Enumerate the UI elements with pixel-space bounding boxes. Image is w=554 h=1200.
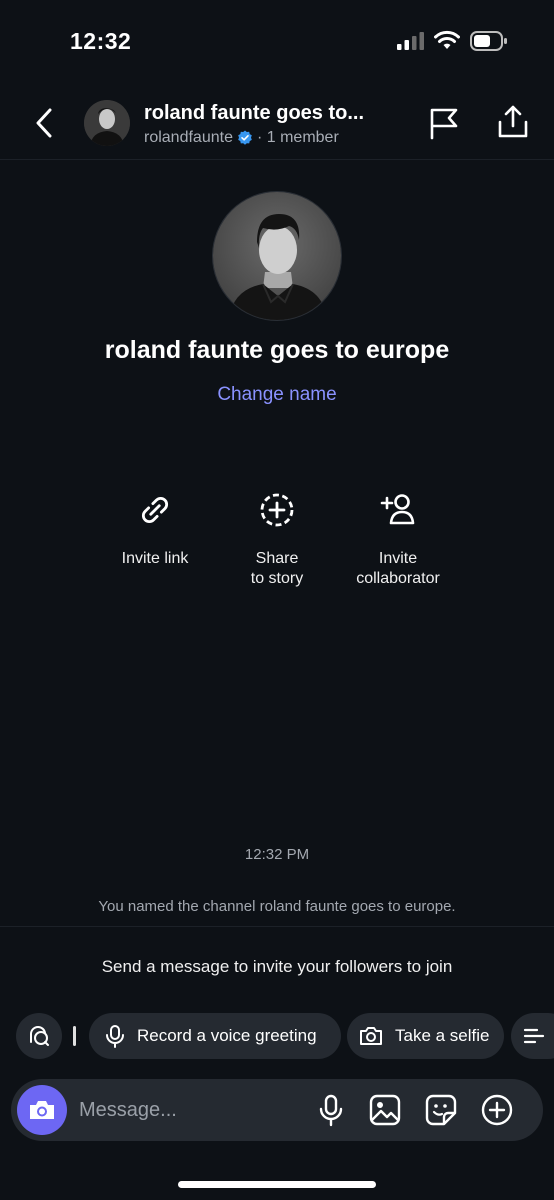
plus-circle-icon[interactable]	[480, 1093, 514, 1127]
system-message: You named the channel roland faunte goes…	[98, 898, 456, 915]
channel-title[interactable]: roland faunte goes to...	[144, 102, 402, 125]
channel-avatar[interactable]	[212, 191, 342, 321]
message-composer	[11, 1079, 543, 1141]
take-selfie-chip[interactable]: Take a selfie	[347, 1013, 504, 1059]
suggestion-chips: Record a voice greeting Take a selfie	[16, 1013, 554, 1059]
channel-name-heading: roland faunte goes to europe	[104, 336, 450, 364]
member-count: · 1 member	[256, 129, 339, 146]
channel-subtitle: rolandfaunte · 1 member	[144, 129, 339, 147]
microphone-icon[interactable]	[314, 1093, 348, 1127]
back-arrow-icon[interactable]	[30, 106, 60, 140]
more-options-chip[interactable]	[511, 1013, 554, 1059]
change-name-link[interactable]: Change name	[217, 384, 336, 405]
share-upload-icon[interactable]	[496, 104, 530, 140]
message-input[interactable]	[79, 1096, 299, 1124]
chat-bubbles-icon	[30, 1025, 49, 1046]
invite-collaborator-action[interactable]: Invite collaborator	[323, 490, 473, 589]
message-timestamp: 12:32 PM	[244, 846, 310, 863]
flag-report-icon[interactable]	[428, 106, 460, 140]
invite-followers-prompt: Send a message to invite your followers …	[101, 957, 453, 976]
cellular-signal-icon	[397, 32, 424, 50]
menu-lines-icon	[523, 1028, 545, 1044]
record-voice-greeting-chip[interactable]: Record a voice greeting	[89, 1013, 341, 1059]
home-indicator	[178, 1181, 376, 1188]
add-person-icon	[380, 494, 415, 525]
sticker-icon[interactable]	[424, 1093, 458, 1127]
microphone-icon	[106, 1025, 124, 1048]
change-name-row: Change name	[0, 384, 554, 406]
wifi-icon	[434, 30, 460, 49]
divider	[0, 926, 554, 927]
gallery-image-icon[interactable]	[368, 1093, 402, 1127]
camera-icon	[360, 1027, 382, 1045]
take-selfie-label: Take a selfie	[395, 1026, 490, 1045]
status-bar: 12:32	[0, 0, 554, 80]
add-story-icon	[260, 493, 294, 527]
invite-collaborator-label: Invite collaborator	[356, 550, 440, 587]
profile-photo	[84, 100, 130, 146]
channel-profile-photo	[213, 192, 341, 320]
threads-chip[interactable]	[16, 1013, 62, 1059]
channel-owner-username: rolandfaunte	[144, 129, 233, 146]
header-avatar[interactable]	[84, 100, 130, 146]
camera-button[interactable]	[17, 1085, 67, 1135]
channel-header: roland faunte goes to... rolandfaunte · …	[0, 86, 554, 160]
chips-separator	[73, 1026, 76, 1046]
verified-badge-icon	[238, 130, 252, 145]
record-voice-greeting-label: Record a voice greeting	[137, 1026, 317, 1045]
link-icon	[142, 497, 168, 523]
battery-icon	[470, 31, 507, 51]
status-time: 12:32	[70, 28, 132, 54]
camera-icon	[30, 1101, 54, 1119]
